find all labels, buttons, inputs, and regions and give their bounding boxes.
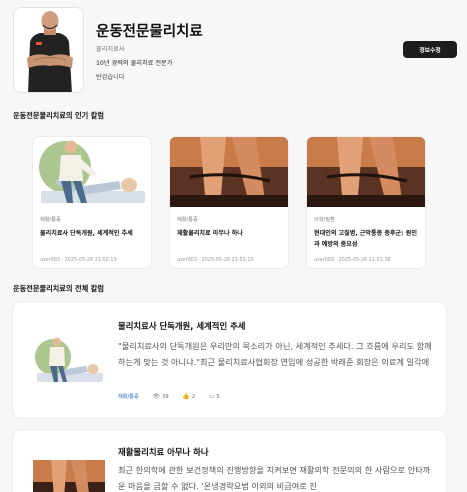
therapy-illustration-image	[33, 335, 105, 385]
card-category: 재활/통증	[40, 217, 61, 223]
column-excerpt: 최근 한의학에 관한 보건정책의 진행방향을 지켜보면 재활의학 전문의의 한 …	[118, 465, 431, 491]
profile-name: 운동전문물리치료	[96, 24, 203, 40]
popular-card[interactable]: 재활/통증 재활물리치료 아무나 하나 user003 · 2025-05-26…	[170, 137, 288, 268]
column-excerpt: "물리치료사의 단독개원은 우리만의 목소리가 아닌, 세계적인 추세다. 그 …	[118, 341, 432, 367]
column-list-item[interactable]: 재활물리치료 아무나 하나 최근 한의학에 관한 보건정책의 진행방향을 지켜보…	[13, 430, 446, 492]
all-section-title: 운동전문물리치료의 전체 칼럼	[13, 284, 104, 293]
rehab-photo-image	[170, 137, 288, 207]
card-title[interactable]: 재활물리치료 아무나 하나	[177, 228, 283, 239]
profile-header: 운동전문물리치료 물리치료사 10년 경력의 물리치료 전문가 반갑습니다 정보…	[13, 7, 457, 99]
profile-photo	[13, 7, 84, 93]
edit-profile-button[interactable]: 정보수정	[403, 41, 457, 58]
view-count-value: 39	[162, 394, 169, 400]
card-category: 의학/질환	[314, 217, 335, 223]
comment-count-value: 5	[216, 394, 220, 400]
popular-card[interactable]: 의학/질환 현대인의 고질병, 근막통증 증후군: 원인과 예방의 중요성 us…	[307, 137, 425, 268]
column-footer: 재활/통증 👁 39 👍 2 ▭ 5	[118, 393, 220, 400]
like-count[interactable]: 👍 2	[182, 393, 196, 400]
column-title[interactable]: 물리치료사 단독개원, 세계적인 추세	[118, 320, 246, 332]
like-count-value: 2	[191, 394, 196, 400]
column-title[interactable]: 재활물리치료 아무나 하나	[118, 446, 209, 458]
rehab-photo-image	[33, 460, 105, 492]
therapy-illustration-image	[33, 137, 151, 207]
column-category-link[interactable]: 재활/통증	[118, 394, 139, 400]
popular-card[interactable]: 재활/통증 물리치료사 단독개원, 세계적인 추세 user003 · 2025…	[33, 137, 151, 268]
card-meta: user003 · 2025-05-26 21:02:19	[40, 257, 117, 263]
thumbs-up-icon: 👍	[182, 393, 190, 400]
card-title[interactable]: 현대인의 고질병, 근막통증 증후군: 원인과 예방의 중요성	[314, 228, 420, 250]
card-title[interactable]: 물리치료사 단독개원, 세계적인 추세	[40, 228, 146, 239]
profile-tagline: 10년 경력의 물리치료 전문가	[96, 60, 173, 67]
popular-section-title: 운동전문물리치료의 인기 칼럼	[13, 111, 104, 120]
column-list-item[interactable]: 물리치료사 단독개원, 세계적인 추세 "물리치료사의 단독개원은 우리만의 목…	[13, 302, 446, 418]
comment-count[interactable]: ▭ 5	[208, 393, 220, 400]
card-meta: user003 · 2025-05-26 21:01:10	[177, 257, 254, 263]
card-meta: user003 · 2025-05-26 21:01:38	[314, 257, 391, 263]
card-category: 재활/통증	[177, 217, 198, 223]
view-count: 👁 39	[152, 393, 169, 400]
comment-icon: ▭	[208, 393, 215, 400]
profile-role: 물리치료사	[96, 46, 125, 53]
eye-icon: 👁	[152, 393, 161, 400]
rehab-photo-image	[307, 137, 425, 207]
profile-greeting: 반갑습니다	[96, 74, 125, 81]
